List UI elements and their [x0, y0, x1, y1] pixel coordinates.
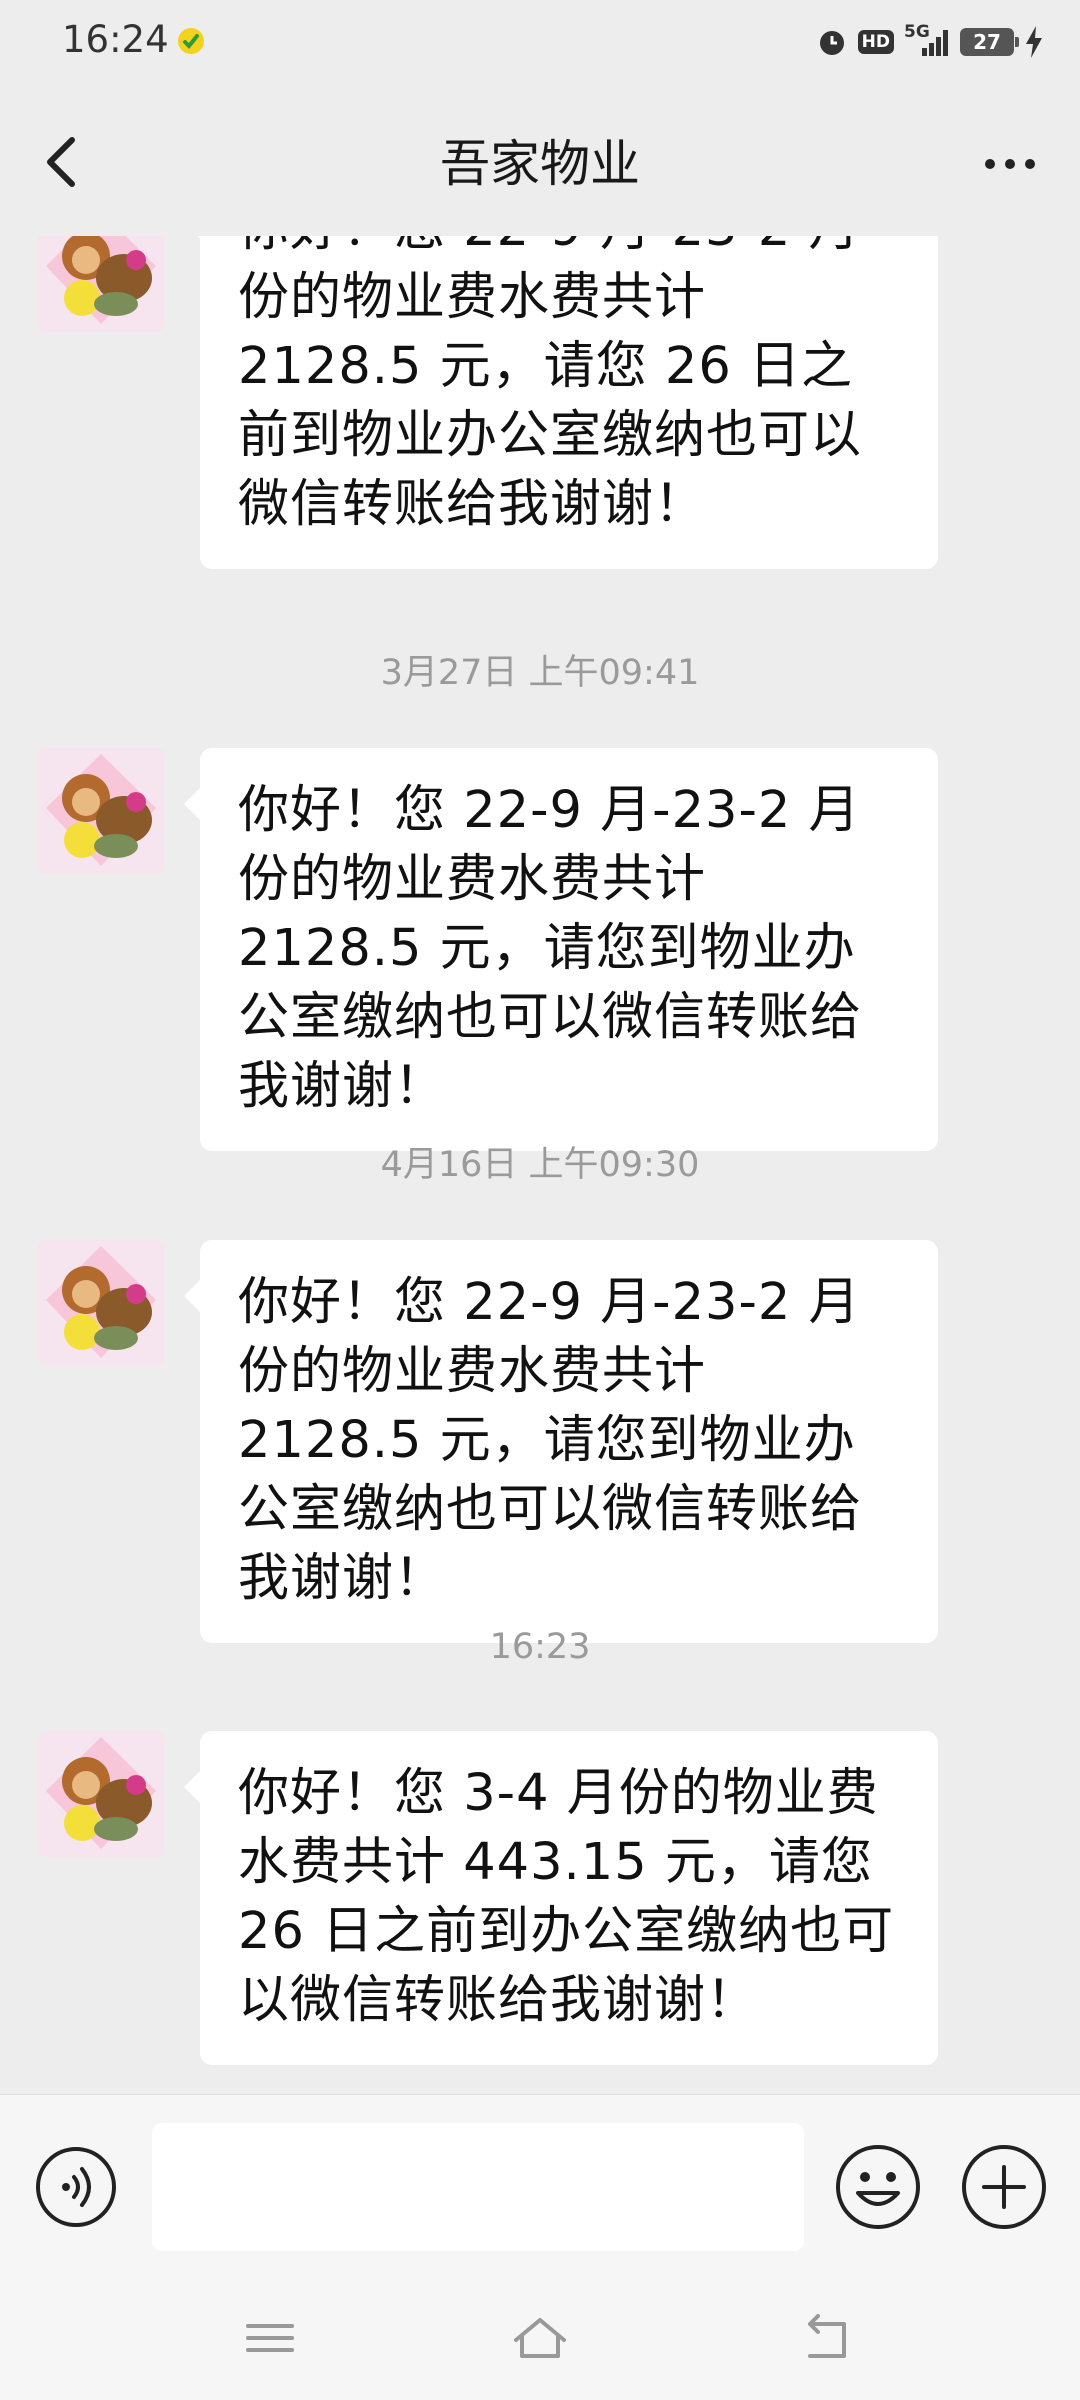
avatar[interactable] [38, 1240, 164, 1366]
status-icons: HD 5G 27 [816, 22, 1044, 62]
timestamp: 3月27日 上午09:41 [380, 653, 700, 693]
status-time: 16:24 [62, 18, 169, 61]
home-icon[interactable] [510, 2312, 570, 2364]
plus-icon[interactable] [960, 2143, 1048, 2231]
back-icon[interactable] [796, 2312, 856, 2364]
avatar[interactable] [38, 1731, 164, 1857]
message-bubble[interactable]: 你好！您 3-4 月份的物业费水费共计 443.15 元，请您 26 日之前到办… [184, 1731, 938, 2065]
signal-icon: 5G [904, 22, 950, 60]
app-notification-icon [178, 28, 204, 54]
more-dot [1005, 159, 1015, 169]
timestamp: 16:23 [489, 1627, 591, 1667]
message-input[interactable] [152, 2123, 804, 2251]
input-bar [0, 2094, 1080, 2275]
status-bar: 16:24 HD 5G 27 [0, 0, 1080, 84]
menu-icon[interactable] [240, 2312, 300, 2364]
more-dot [1025, 159, 1035, 169]
system-nav-bar [0, 2274, 1080, 2400]
message-bubble[interactable]: 你好！您 22-9 月-23-2 月份的物业费水费共计 2128.5 元，请您 … [184, 236, 938, 569]
chat-title: 吾家物业 [440, 135, 640, 193]
avatar[interactable] [38, 236, 164, 332]
message-bubble[interactable]: 你好！您 22-9 月-23-2 月份的物业费水费共计 2128.5 元，请您到… [184, 748, 938, 1151]
battery-icon: 27 [960, 28, 1019, 56]
battery-level: 27 [973, 30, 1001, 54]
more-button[interactable] [970, 134, 1050, 194]
more-dots-icon [985, 159, 995, 169]
title-bar: 吾家物业 [0, 84, 1080, 236]
timestamp: 4月16日 上午09:30 [380, 1145, 700, 1185]
chat-area[interactable]: 你好！您 22-9 月-23-2 月份的物业费水费共计 2128.5 元，请您 … [0, 236, 1080, 2092]
charging-icon [1026, 26, 1042, 58]
hd-icon: HD [857, 30, 894, 54]
alarm-icon [819, 31, 844, 55]
message-bubble[interactable]: 你好！您 22-9 月-23-2 月份的物业费水费共计 2128.5 元，请您到… [184, 1240, 938, 1643]
avatar[interactable] [38, 748, 164, 874]
emoji-icon[interactable] [834, 2143, 922, 2231]
voice-icon[interactable] [34, 2145, 118, 2229]
